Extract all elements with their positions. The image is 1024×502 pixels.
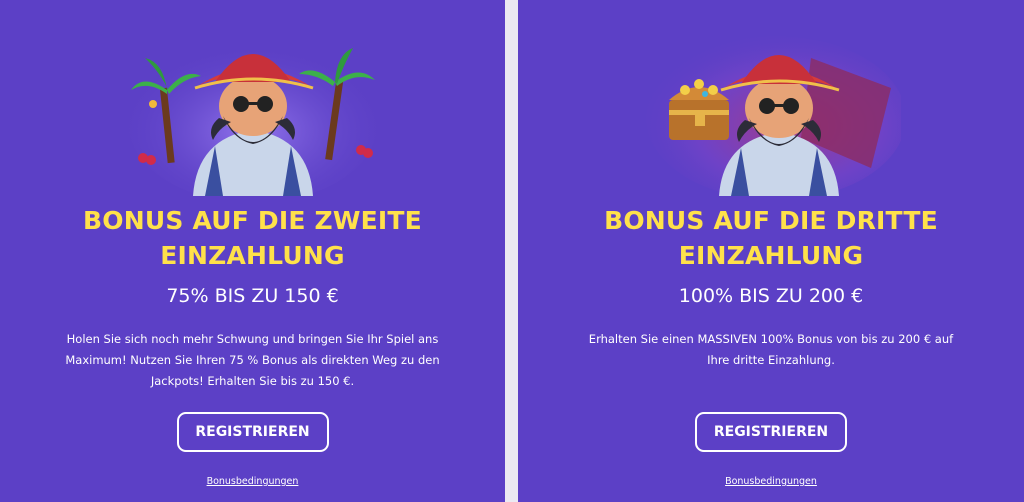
pirate-treasure-chest-illustration: [641, 18, 901, 196]
pirate-palm-illustration: [123, 18, 383, 196]
register-button[interactable]: REGISTRIEREN: [176, 412, 329, 452]
pirate-illustration-svg: [127, 43, 378, 196]
bonus-description-line-3: Jackpots! Erhalten Sie bis zu 150 €.: [150, 374, 355, 388]
bonus-title: BONUS AUF DIE ZWEITE EINZAHLUNG: [0, 203, 505, 273]
bonus-description-line-1: Erhalten Sie einen MASSIVEN 100% Bonus v…: [588, 332, 954, 346]
bonus-title-line-1: BONUS AUF DIE DRITTE: [604, 206, 938, 235]
bonus-amount: 100% BIS ZU 200 €: [678, 285, 864, 307]
bonus-terms-link[interactable]: Bonusbedingungen: [0, 476, 505, 487]
bonus-title-line-2: EINZAHLUNG: [678, 241, 864, 270]
register-button[interactable]: REGISTRIEREN: [695, 412, 847, 452]
bonus-card-second-deposit: BONUS AUF DIE ZWEITE EINZAHLUNG 75% BIS …: [0, 0, 505, 502]
bonus-description-line-2: Ihre dritte Einzahlung.: [707, 353, 835, 367]
bonus-page: BONUS AUF DIE ZWEITE EINZAHLUNG 75% BIS …: [0, 0, 1024, 502]
bonus-description-line-2: Maximum! Nutzen Sie Ihren 75 % Bonus als…: [65, 353, 440, 367]
bonus-title-line-2: EINZAHLUNG: [160, 241, 345, 270]
bonus-description: Holen Sie sich noch mehr Schwung und bri…: [60, 329, 445, 392]
bonus-title-line-1: BONUS AUF DIE ZWEITE: [83, 206, 422, 235]
bonus-card-third-deposit: BONUS AUF DIE DRITTE EINZAHLUNG 100% BIS…: [518, 0, 1024, 502]
bonus-title: BONUS AUF DIE DRITTE EINZAHLUNG: [518, 203, 1024, 273]
pirate-chest-illustration-svg: [646, 36, 901, 196]
bonus-description-line-1: Holen Sie sich noch mehr Schwung und bri…: [66, 332, 439, 346]
bonus-description: Erhalten Sie einen MASSIVEN 100% Bonus v…: [578, 329, 964, 371]
bonus-terms-link[interactable]: Bonusbedingungen: [518, 476, 1024, 487]
bonus-amount: 75% BIS ZU 150 €: [166, 285, 339, 307]
